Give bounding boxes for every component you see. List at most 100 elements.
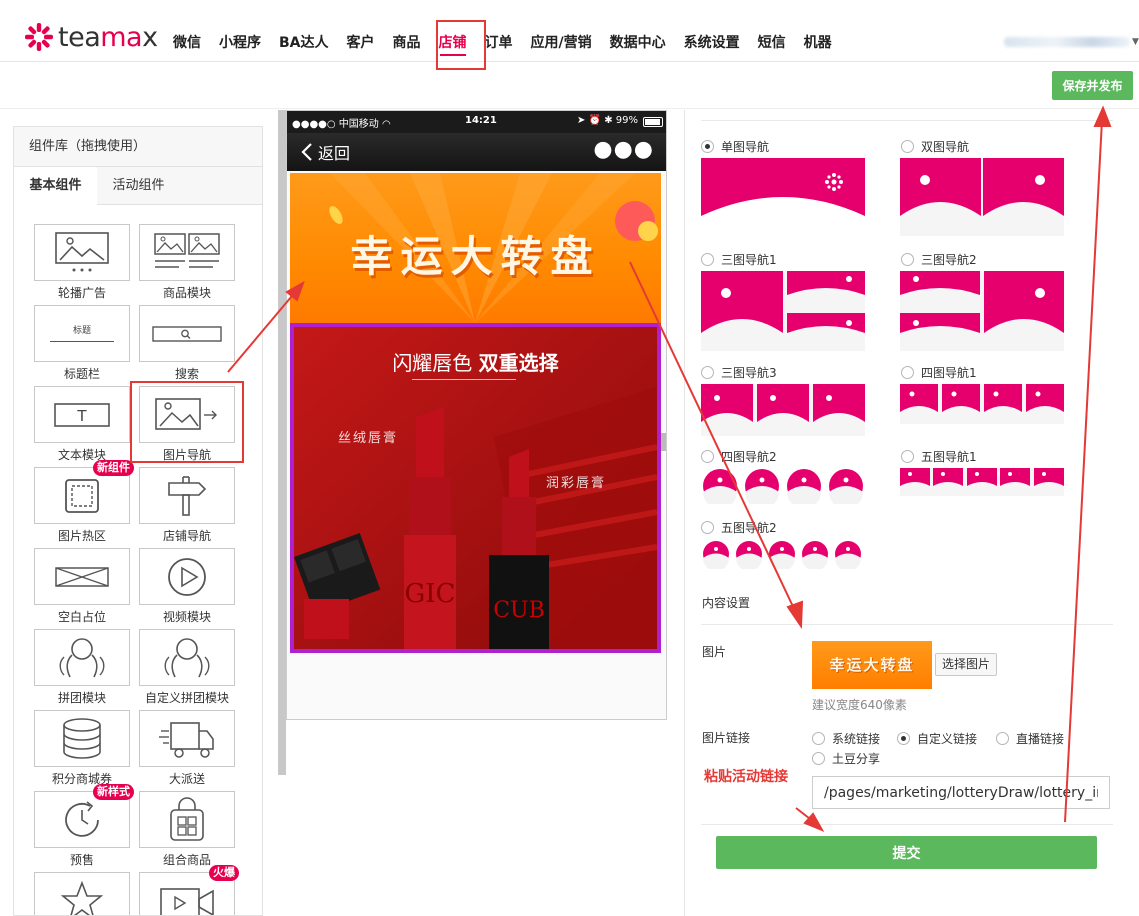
nav-wechat[interactable]: 微信 bbox=[164, 24, 210, 58]
selected-image-preview: 幸运大转盘 bbox=[812, 641, 932, 689]
save-and-publish-button[interactable]: 保存并发布 bbox=[1052, 71, 1133, 100]
component-live-video[interactable]: 火爆 bbox=[139, 865, 239, 915]
radio-button[interactable] bbox=[701, 140, 714, 153]
option-four-image-nav-2[interactable]: 四图导航2 bbox=[701, 448, 777, 465]
nav-data-center[interactable]: 数据中心 bbox=[601, 24, 675, 58]
chevron-down-icon[interactable]: ▼ bbox=[1132, 37, 1139, 47]
submit-button[interactable]: 提交 bbox=[716, 836, 1097, 869]
nav-apps-marketing[interactable]: 应用/营销 bbox=[522, 24, 601, 58]
new-style-badge: 新样式 bbox=[93, 784, 134, 800]
video-play-icon bbox=[168, 557, 206, 596]
three-image-nav-3-thumbnail[interactable] bbox=[701, 384, 865, 436]
tab-basic-components[interactable]: 基本组件 bbox=[14, 167, 97, 206]
component-label: 预售 bbox=[69, 853, 94, 867]
svg-text:CUB: CUB bbox=[493, 598, 545, 623]
radio-button[interactable] bbox=[812, 752, 825, 765]
wifi-icon: ◠ bbox=[382, 119, 391, 130]
teamax-logo[interactable]: teamax bbox=[24, 20, 158, 54]
nav-products[interactable]: 商品 bbox=[384, 24, 430, 58]
option-three-image-nav-3[interactable]: 三图导航3 bbox=[701, 364, 777, 381]
choose-image-button[interactable]: 选择图片 bbox=[935, 653, 998, 676]
component-star[interactable] bbox=[34, 872, 130, 915]
component-image-nav[interactable]: 图片导航 bbox=[139, 386, 235, 467]
text-module-icon: T bbox=[54, 402, 110, 427]
component-presale[interactable]: 新样式 预售 bbox=[34, 784, 134, 872]
five-image-nav-1-thumbnail[interactable] bbox=[900, 468, 1064, 496]
lipstick-banner[interactable]: GIC CUB 闪耀唇色 双重选择 丝绒唇膏 润彩唇膏 bbox=[290, 323, 661, 653]
option-four-image-nav-1[interactable]: 四图导航1 bbox=[901, 364, 977, 381]
nav-orders[interactable]: 订单 bbox=[476, 24, 522, 58]
nav-system-settings[interactable]: 系统设置 bbox=[675, 24, 749, 58]
component-title-bar[interactable]: 标题 标题栏 bbox=[34, 305, 130, 386]
radio-button[interactable] bbox=[701, 253, 714, 266]
settings-panel: 单图导航 双图导航 三图导航1 三图导航2 三图导航3 四图导航1 四图导航2 … bbox=[684, 110, 1139, 916]
component-combo-products[interactable]: 组合商品 bbox=[139, 791, 235, 872]
location-icon: ➤ ⏰ ✱ bbox=[577, 115, 616, 126]
radio-button[interactable] bbox=[901, 253, 914, 266]
radio-button[interactable] bbox=[812, 732, 825, 745]
svg-text:GIC: GIC bbox=[405, 579, 456, 609]
radio-button[interactable] bbox=[901, 140, 914, 153]
component-group-buy[interactable]: 拼团模块 bbox=[34, 629, 130, 710]
more-options-icon[interactable]: ●●● bbox=[593, 137, 654, 162]
back-button[interactable]: 返回 bbox=[300, 140, 350, 164]
component-blank-placeholder[interactable]: 空白占位 bbox=[34, 548, 130, 629]
nav-store[interactable]: 店铺 bbox=[430, 24, 476, 58]
option-five-image-nav-2[interactable]: 五图导航2 bbox=[701, 519, 777, 536]
image-nav-icon bbox=[155, 397, 217, 430]
nav-thumbnail-graphic bbox=[701, 158, 865, 236]
nav-sms[interactable]: 短信 bbox=[749, 24, 795, 58]
three-image-nav-2-thumbnail[interactable] bbox=[900, 271, 1064, 351]
component-label: 大派送 bbox=[168, 772, 205, 786]
component-big-giveaway[interactable]: 大派送 bbox=[139, 710, 235, 791]
divider bbox=[412, 379, 516, 380]
component-store-nav[interactable]: 店铺导航 bbox=[139, 467, 235, 548]
custom-link-input[interactable] bbox=[812, 776, 1110, 809]
option-three-image-nav-1[interactable]: 三图导航1 bbox=[701, 251, 777, 268]
component-text-module[interactable]: T 文本模块 bbox=[34, 386, 130, 467]
three-image-nav-1-thumbnail[interactable] bbox=[701, 271, 865, 351]
lucky-wheel-banner[interactable]: 幸运大转盘 bbox=[290, 173, 661, 323]
link-option-system[interactable]: 系统链接 bbox=[812, 730, 880, 747]
nav-thumbnail-graphic bbox=[701, 384, 865, 436]
nav-mini-program[interactable]: 小程序 bbox=[210, 24, 270, 58]
radio-button[interactable] bbox=[897, 732, 910, 745]
radio-button[interactable] bbox=[701, 450, 714, 463]
radio-button[interactable] bbox=[996, 732, 1009, 745]
four-image-nav-1-thumbnail[interactable] bbox=[900, 384, 1064, 424]
component-custom-group-buy[interactable]: 自定义拼团模块 bbox=[139, 629, 235, 710]
user-account-blurred[interactable] bbox=[1004, 37, 1130, 47]
option-five-image-nav-1[interactable]: 五图导航1 bbox=[901, 448, 977, 465]
single-image-nav-thumbnail[interactable] bbox=[701, 158, 865, 236]
five-image-nav-2-thumbnail[interactable] bbox=[701, 539, 865, 569]
component-library-tabs: 基本组件 活动组件 bbox=[14, 167, 262, 206]
option-double-image-nav[interactable]: 双图导航 bbox=[901, 138, 969, 155]
search-icon bbox=[152, 325, 222, 342]
link-option-custom[interactable]: 自定义链接 bbox=[897, 730, 977, 747]
double-image-nav-thumbnail[interactable] bbox=[900, 158, 1064, 236]
preview-scrollbar[interactable] bbox=[661, 433, 666, 451]
component-label: 轮播广告 bbox=[57, 286, 106, 300]
nav-machines[interactable]: 机器 bbox=[795, 24, 841, 58]
nav-customers[interactable]: 客户 bbox=[338, 24, 384, 58]
library-scrollbar[interactable] bbox=[278, 110, 286, 775]
component-image-hotspot[interactable]: 新组件 图片热区 bbox=[34, 460, 134, 548]
annotation-paste-link-note: 粘贴活动链接 bbox=[704, 769, 788, 785]
radio-button[interactable] bbox=[701, 366, 714, 379]
tab-activity-components[interactable]: 活动组件 bbox=[97, 167, 180, 205]
four-image-nav-2-thumbnail[interactable] bbox=[701, 468, 865, 504]
battery-icon bbox=[643, 117, 663, 127]
option-three-image-nav-2[interactable]: 三图导航2 bbox=[901, 251, 977, 268]
link-option-tudou-share[interactable]: 土豆分享 bbox=[812, 750, 880, 767]
radio-button[interactable] bbox=[701, 521, 714, 534]
nav-ba-expert[interactable]: BA达人 bbox=[270, 24, 338, 58]
option-single-image-nav[interactable]: 单图导航 bbox=[701, 138, 769, 155]
component-video-module[interactable]: 视频模块 bbox=[139, 548, 235, 629]
component-search[interactable]: 搜索 bbox=[139, 305, 235, 386]
link-option-live[interactable]: 直播链接 bbox=[996, 730, 1064, 747]
radio-button[interactable] bbox=[901, 450, 914, 463]
component-points-coupon[interactable]: 积分商城券 bbox=[34, 710, 130, 791]
radio-button[interactable] bbox=[901, 366, 914, 379]
component-product-module[interactable]: 商品模块 bbox=[139, 224, 235, 305]
component-carousel[interactable]: 轮播广告 bbox=[34, 224, 130, 305]
